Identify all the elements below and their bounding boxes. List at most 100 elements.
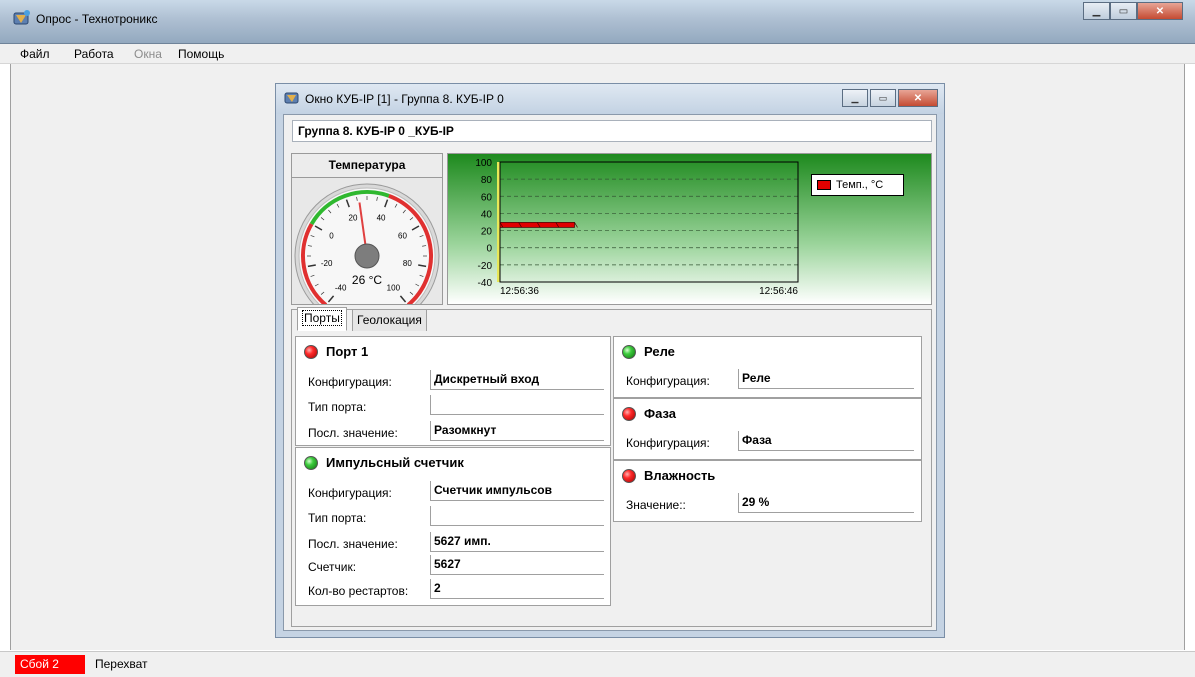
gauge-value: 26 °C: [352, 273, 382, 287]
chart-plot-frame: [499, 161, 799, 283]
app-title: Опрос - Технотроникс: [36, 12, 158, 26]
chart-x-tick: 12:56:36: [500, 286, 539, 297]
child-minimize-button[interactable]: ▁: [842, 89, 868, 107]
chart-y-tick: 60: [481, 192, 493, 203]
port1-type-label: Тип порта:: [308, 400, 367, 414]
child-window: Окно КУБ-IP [1] - Группа 8. КУБ-IP 0 ▁ ▭…: [275, 83, 945, 638]
counter-last-value: 5627 имп.: [430, 532, 604, 552]
counter-panel: Импульсный счетчик Конфигурация: Счетчик…: [295, 447, 611, 606]
gauge-tick-label: 0: [329, 232, 334, 241]
chart-y-tick: 20: [481, 227, 493, 238]
gauge-tick-label: -40: [335, 283, 347, 292]
humidity-panel: Влажность Значение:: 29 %: [613, 460, 922, 522]
counter-restarts-label: Кол-во рестартов:: [308, 584, 409, 598]
maximize-button[interactable]: ▭: [1110, 2, 1137, 20]
gauge-tick-label: 60: [398, 232, 407, 241]
minimize-icon: ▁: [851, 92, 859, 103]
chart-y-tick: 100: [475, 158, 492, 169]
port1-last-value: Разомкнут: [430, 421, 604, 441]
chart-series-line: [499, 222, 575, 228]
tab-ports[interactable]: Порты: [297, 307, 347, 331]
gauge-header: Температура: [292, 154, 442, 178]
child-maximize-button[interactable]: ▭: [870, 89, 896, 107]
legend-swatch: [817, 180, 831, 190]
gauge-tick-label: 100: [387, 283, 401, 292]
maximize-icon: ▭: [878, 92, 888, 103]
legend-label: Темп., °C: [836, 179, 884, 191]
relay-panel: Реле Конфигурация: Реле: [613, 336, 922, 398]
child-titlebar[interactable]: Окно КУБ-IP [1] - Группа 8. КУБ-IP 0 ▁ ▭…: [276, 84, 944, 114]
temperature-gauge: -40 -20 0 20 40 60 80 100 26 °C: [294, 183, 440, 304]
chart-y-tick: 0: [486, 244, 492, 255]
child-close-button[interactable]: ✕: [898, 89, 938, 107]
close-icon: ✕: [913, 92, 923, 104]
chart-y-tick: -40: [478, 278, 493, 289]
status-led-green-icon: [622, 344, 636, 359]
port1-config-label: Конфигурация:: [308, 375, 392, 389]
counter-config-value: Счетчик импульсов: [430, 481, 604, 501]
relay-config-label: Конфигурация:: [626, 374, 710, 388]
status-led-green-icon: [304, 455, 318, 470]
menu-help[interactable]: Помощь: [178, 47, 224, 61]
humidity-value-label: Значение::: [626, 498, 686, 512]
menu-file[interactable]: Файл: [20, 47, 50, 61]
phase-config-value: Фаза: [738, 431, 914, 451]
port1-config-value: Дискретный вход: [430, 370, 604, 390]
counter-type-value: [430, 506, 604, 526]
port1-panel: Порт 1 Конфигурация: Дискретный вход Тип…: [295, 336, 611, 446]
app-titlebar: Опрос - Технотроникс ▁ ▭ ✕: [0, 0, 1195, 44]
gauge-hub: [354, 243, 380, 269]
relay-config-value: Реле: [738, 369, 914, 389]
status-led-red-icon: [304, 344, 318, 359]
counter-restarts-value: 2: [430, 579, 604, 599]
ports-page: Порт 1 Конфигурация: Дискретный вход Тип…: [295, 333, 928, 623]
humidity-value: 29 %: [738, 493, 914, 513]
menu-work[interactable]: Работа: [74, 47, 114, 61]
capture-status: Перехват: [95, 657, 148, 671]
close-button[interactable]: ✕: [1137, 2, 1183, 20]
maximize-icon: ▭: [1118, 5, 1129, 17]
counter-last-label: Посл. значение:: [308, 537, 398, 551]
chart-legend: Темп., °C: [811, 174, 904, 196]
port1-type-value: [430, 395, 604, 415]
chart-series-marker: [574, 222, 578, 228]
app-icon: [13, 10, 30, 25]
gauge-tick-label: 40: [377, 213, 386, 222]
chart-y-tick: 40: [481, 209, 493, 220]
gauge-tick-label: 20: [349, 213, 358, 222]
counter-count-label: Счетчик:: [308, 560, 357, 574]
temperature-gauge-panel: Температура -40 -20 0 20 40 60 80 100 26 °C: [291, 153, 443, 305]
status-led-red-icon: [622, 406, 636, 421]
gauge-tick-label: 80: [403, 259, 412, 268]
phase-config-label: Конфигурация:: [626, 436, 710, 450]
minimize-icon: ▁: [1092, 5, 1101, 17]
menu-bar: Файл Работа Окна Помощь: [0, 44, 1195, 64]
counter-config-label: Конфигурация:: [308, 486, 392, 500]
port1-title: Порт 1: [326, 344, 369, 359]
humidity-title: Влажность: [644, 468, 716, 483]
relay-title: Реле: [644, 344, 675, 359]
menu-windows[interactable]: Окна: [134, 47, 162, 61]
counter-type-label: Тип порта:: [308, 511, 367, 525]
status-bar: Сбой 2 Перехват: [0, 651, 1195, 677]
window-icon: [284, 92, 299, 104]
error-status: Сбой 2: [15, 655, 85, 674]
temperature-chart-panel: 100 80 60 40 20 0 -20 -40 12:56:36 12:56:46 Темп.…: [447, 153, 932, 305]
port1-last-label: Посл. значение:: [308, 426, 398, 440]
tab-geolocation[interactable]: Геолокация: [352, 309, 427, 331]
chart-y-tick: -20: [478, 261, 493, 272]
counter-count-value: 5627: [430, 555, 604, 575]
minimize-button[interactable]: ▁: [1083, 2, 1110, 20]
child-title: Окно КУБ-IP [1] - Группа 8. КУБ-IP 0: [305, 92, 504, 106]
close-icon: ✕: [1155, 5, 1165, 17]
status-led-red-icon: [622, 468, 636, 483]
group-name-field: Группа 8. КУБ-IP 0 _КУБ-IP: [292, 120, 932, 142]
chart-y-tick: 80: [481, 175, 493, 186]
chart-x-tick: 12:56:46: [759, 286, 798, 297]
phase-panel: Фаза Конфигурация: Фаза: [613, 398, 922, 460]
child-client: Группа 8. КУБ-IP 0 _КУБ-IP Температура -…: [283, 114, 937, 631]
phase-title: Фаза: [644, 406, 677, 421]
tab-control: Порты Геолокация Порт 1 Конфигурация: Ди…: [291, 307, 932, 627]
counter-title: Импульсный счетчик: [326, 455, 464, 470]
gauge-tick-label: -20: [321, 259, 333, 268]
